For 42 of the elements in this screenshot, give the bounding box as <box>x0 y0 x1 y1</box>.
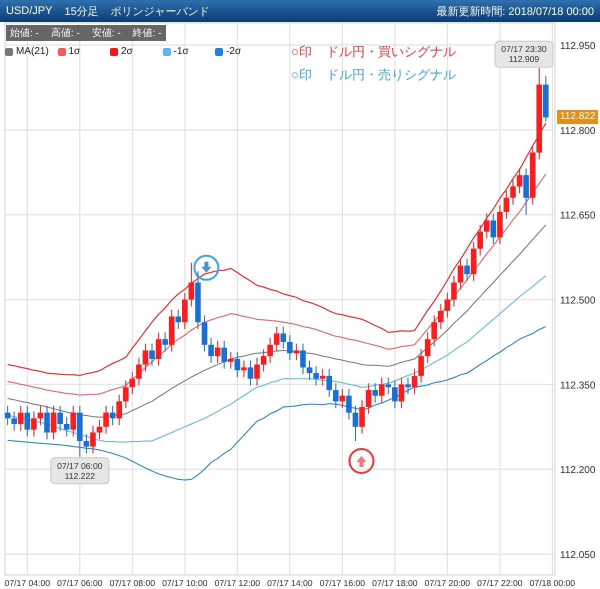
x-axis-label: 07/17 14:00 <box>267 578 313 588</box>
ohlc-value: 始値: - <box>10 27 39 40</box>
last-updated: 最新更新時間: 2018/07/18 00:00 <box>436 4 594 18</box>
signal-description: ドル円・売りシグナル <box>326 66 456 84</box>
annotation: 07/17 23:30 112.909 <box>501 44 547 64</box>
legend-label: 1σ <box>68 46 80 57</box>
y-axis-label: 112.200 <box>560 465 596 476</box>
legend-label: -1σ <box>174 46 189 57</box>
x-axis-label: 07/17 16:00 <box>320 578 366 588</box>
x-axis-label: 07/17 08:00 <box>110 578 156 588</box>
indicator-name: ボリンジャーバンド <box>110 4 210 18</box>
y-axis-label: 112.500 <box>560 296 596 307</box>
price-tooltip: 07/17 23:30 112.909 <box>494 40 554 68</box>
x-axis-label: 07/17 04:00 <box>4 578 50 588</box>
x-axis-label: 07/17 18:00 <box>372 578 418 588</box>
x-axis-label: 07/17 20:00 <box>424 578 470 588</box>
sell-signal-icon <box>193 254 220 281</box>
legend-label: -2σ <box>226 46 242 57</box>
x-axis-label: 07/17 12:00 <box>214 578 260 588</box>
signal-mark: ○印 <box>291 43 312 61</box>
y-axis-label: 112.650 <box>560 210 596 222</box>
ohlc-value: 高値: - <box>50 26 80 40</box>
y-axis-label: 112.350 <box>560 380 596 392</box>
legend-label: MA(21) <box>16 46 49 57</box>
x-axis-label: 07/17 10:00 <box>162 578 208 588</box>
signal-mark: ○印 <box>291 66 312 84</box>
legend-label: 2σ <box>121 46 133 57</box>
ohlc-value: 終値: - <box>132 27 162 40</box>
y-axis-label: 112.800 <box>560 126 596 137</box>
currency-pair: USD/JPY <box>6 5 52 17</box>
current-price-label: 112.822 <box>557 110 598 124</box>
buy-signal-icon <box>348 448 374 474</box>
annotation: 07/17 06:00 112.222 <box>57 460 103 481</box>
ohlc-value: 安値: - <box>92 26 121 40</box>
price-tooltip: 07/17 06:00 112.222 <box>50 457 110 484</box>
x-axis-label: 07/18 00:00 <box>530 578 576 588</box>
y-axis-label: 112.050 <box>560 550 596 562</box>
signal-description: ドル円・買いシグナル <box>326 43 456 61</box>
x-axis-label: 07/17 06:00 <box>57 578 103 588</box>
timeframe: 15分足 <box>64 4 99 18</box>
x-axis-label: 07/17 22:00 <box>477 578 523 588</box>
y-axis-label: 112.950 <box>560 41 596 52</box>
